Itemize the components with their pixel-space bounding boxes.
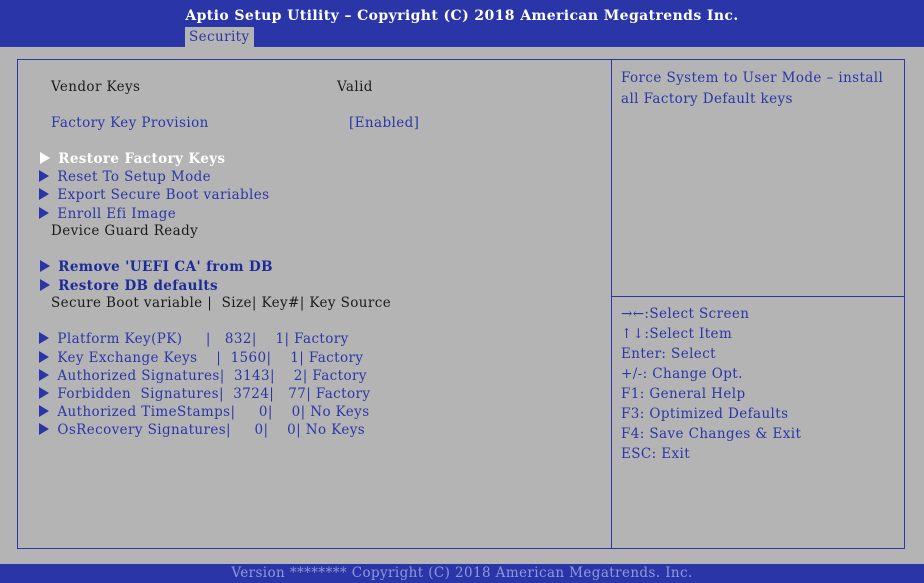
key-legend-item: F4: Save Changes & Exit <box>621 426 802 442</box>
version-footer: Version ******** Copyright (C) 2018 Amer… <box>0 564 924 583</box>
sb-table-header: Secure Boot variable | Size| Key#| Key S… <box>51 295 392 311</box>
submenu-arrow-icon <box>39 207 50 219</box>
device-guard-label: Device Guard Ready <box>51 223 199 239</box>
key-legend-item: ESC: Exit <box>621 446 691 462</box>
key-legend-item: →←:Select Screen <box>621 306 750 322</box>
factory-key-provision-value[interactable]: [Enabled] <box>349 114 419 132</box>
panel-divider-vertical <box>611 59 612 549</box>
menu-item-enroll-efi-image[interactable]: Enroll Efi Image <box>30 187 176 223</box>
key-legend-item: F1: General Help <box>621 386 746 402</box>
vendor-keys-label: Vendor Keys <box>51 79 141 95</box>
key-legend-item: Enter: Select <box>621 346 716 362</box>
sb-table-row[interactable]: OsRecovery Signatures| 0| 0| No Keys <box>30 403 365 439</box>
key-legend-item: F3: Optimized Defaults <box>621 406 789 422</box>
submenu-arrow-icon <box>40 279 51 291</box>
vendor-keys-value: Valid <box>337 79 373 95</box>
key-legend: →←:Select Screen ↑↓:Select Item Enter: S… <box>621 304 801 464</box>
submenu-arrow-icon <box>39 423 50 435</box>
key-legend-item: +/-: Change Opt. <box>621 366 743 382</box>
tab-security[interactable]: Security <box>185 27 254 47</box>
help-text: Force System to User Mode – install all … <box>621 70 888 107</box>
menu-item-restore-db-defaults[interactable]: Restore DB defaults <box>30 259 218 295</box>
title-bar: Aptio Setup Utility – Copyright (C) 2018… <box>0 0 924 47</box>
factory-key-provision-label[interactable]: Factory Key Provision <box>51 114 209 132</box>
key-legend-item: ↑↓:Select Item <box>621 326 733 342</box>
panel-divider-horizontal <box>612 296 905 297</box>
app-title: Aptio Setup Utility – Copyright (C) 2018… <box>185 8 739 24</box>
